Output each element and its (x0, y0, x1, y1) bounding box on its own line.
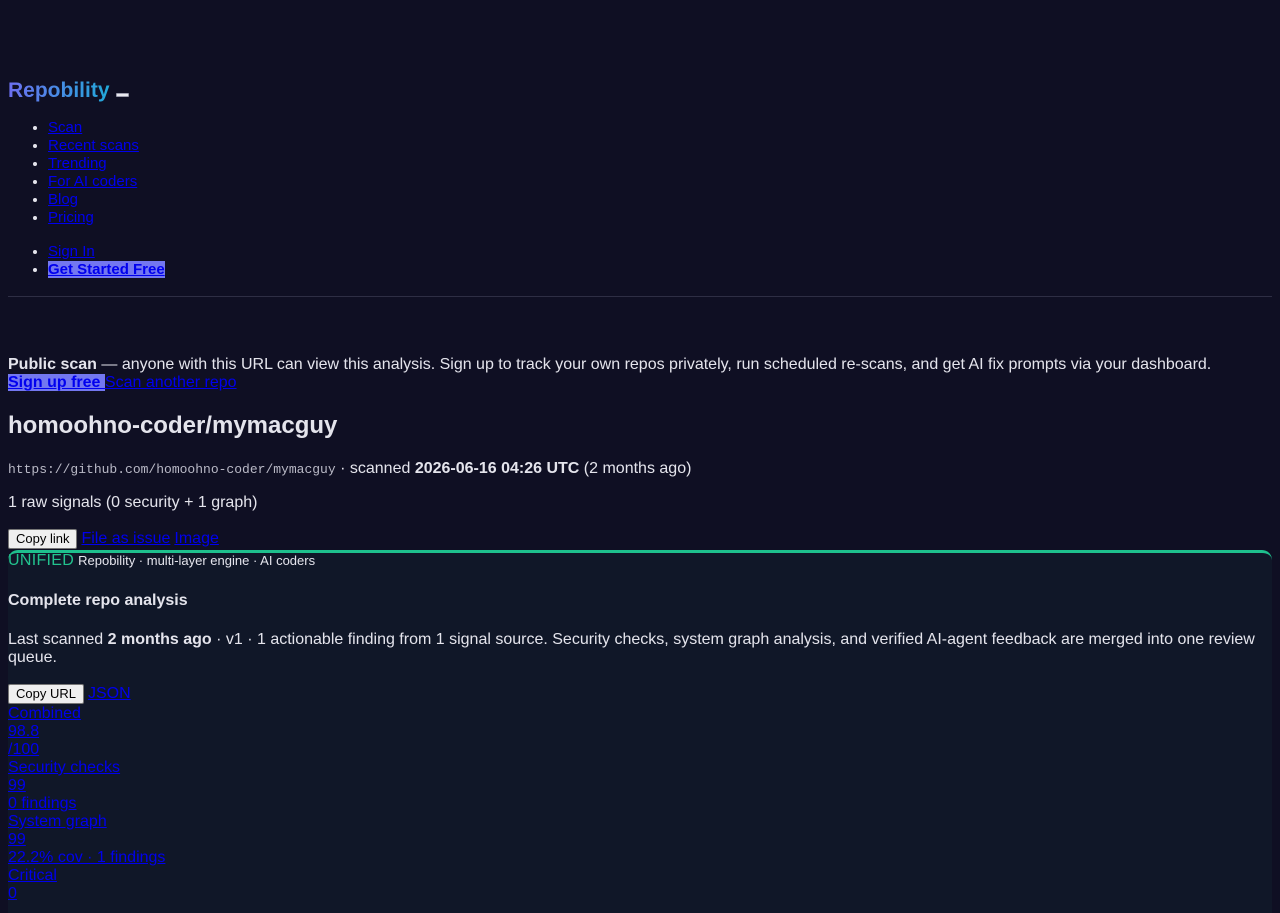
repo-meta: https://github.com/homoohno-coder/mymacg… (8, 459, 691, 480)
repo-url: https://github.com/homoohno-coder/mymacg… (8, 462, 336, 477)
raw-signals: 1 raw signals (0 security + 1 graph) (8, 494, 258, 511)
desc-strong: 2 months ago (107, 631, 212, 648)
public-scan-notice: Public scan — anyone with this URL can v… (8, 356, 1272, 374)
file-as-issue-link[interactable]: File as issue (81, 530, 170, 548)
nav-recent-scans[interactable]: Recent scans (48, 137, 139, 154)
auth-nav: Sign In Get Started Free (8, 243, 165, 279)
card-description: Last scanned 2 months ago · v1 · 1 actio… (8, 631, 1272, 667)
metric-graph-sub[interactable]: 22.2% cov · 1 findings (8, 849, 165, 867)
metrics-list: Combined 98.8 /100 Security checks 99 0 … (8, 705, 165, 903)
brand-logo[interactable]: Repobility (8, 78, 110, 104)
nav-scan[interactable]: Scan (48, 119, 82, 136)
repo-title: homoohno-coder/mymacguy (8, 412, 338, 439)
unified-analysis-card (8, 550, 1272, 913)
nav-blog[interactable]: Blog (48, 191, 78, 208)
notice-actions: Sign up free Scan another repo (8, 374, 237, 392)
scanned-ago: (2 months ago) (579, 460, 692, 477)
metric-critical-value[interactable]: 0 (8, 885, 165, 903)
metric-critical-label[interactable]: Critical (8, 867, 165, 885)
image-link[interactable]: Image (174, 530, 218, 548)
get-started-button[interactable]: Get Started Free (48, 261, 165, 278)
notice-strong: Public scan (8, 356, 97, 373)
nav-for-ai-coders[interactable]: For AI coders (48, 173, 137, 190)
desc-prefix: Last scanned (8, 631, 108, 648)
metric-security-sub[interactable]: 0 findings (8, 795, 165, 813)
copy-url-button[interactable]: Copy URL (8, 684, 84, 704)
scan-another-repo-link[interactable]: Scan another repo (105, 374, 237, 391)
scanned-at: 2026-06-16 04:26 UTC (414, 460, 580, 477)
notice-text: — anyone with this URL can view this ana… (96, 356, 1212, 373)
sign-up-free-button[interactable]: Sign up free (8, 374, 105, 391)
metric-combined-label[interactable]: Combined (8, 705, 165, 723)
json-link[interactable]: JSON (88, 685, 131, 703)
engine-label: Repobility · multi-layer engine · AI cod… (78, 553, 316, 568)
share-actions: Copy link File as issue Image (8, 529, 219, 549)
sign-in-link[interactable]: Sign In (48, 243, 95, 260)
scanned-prefix: · scanned (335, 460, 415, 477)
card-actions: Copy URL JSON (8, 684, 131, 704)
metric-combined-value[interactable]: 98.8 (8, 723, 165, 741)
metric-graph-label[interactable]: System graph (8, 813, 165, 831)
metric-combined-sub[interactable]: /100 (8, 741, 165, 759)
nav-pricing[interactable]: Pricing (48, 209, 94, 226)
metric-security-value[interactable]: 99 (8, 777, 165, 795)
menu-toggle-button[interactable] (115, 93, 129, 97)
header-divider (8, 296, 1272, 297)
card-title: Complete repo analysis (8, 592, 188, 609)
copy-link-button[interactable]: Copy link (8, 529, 78, 549)
header-brand-row: Repobility (8, 78, 129, 104)
main-nav: Scan Recent scans Trending For AI coders… (8, 119, 139, 227)
metric-graph-value[interactable]: 99 (8, 831, 165, 849)
unified-badge: UNIFIED (8, 552, 75, 569)
nav-trending[interactable]: Trending (48, 155, 107, 172)
metric-security-label[interactable]: Security checks (8, 759, 165, 777)
card-header: UNIFIED Repobility · multi-layer engine … (8, 552, 315, 570)
